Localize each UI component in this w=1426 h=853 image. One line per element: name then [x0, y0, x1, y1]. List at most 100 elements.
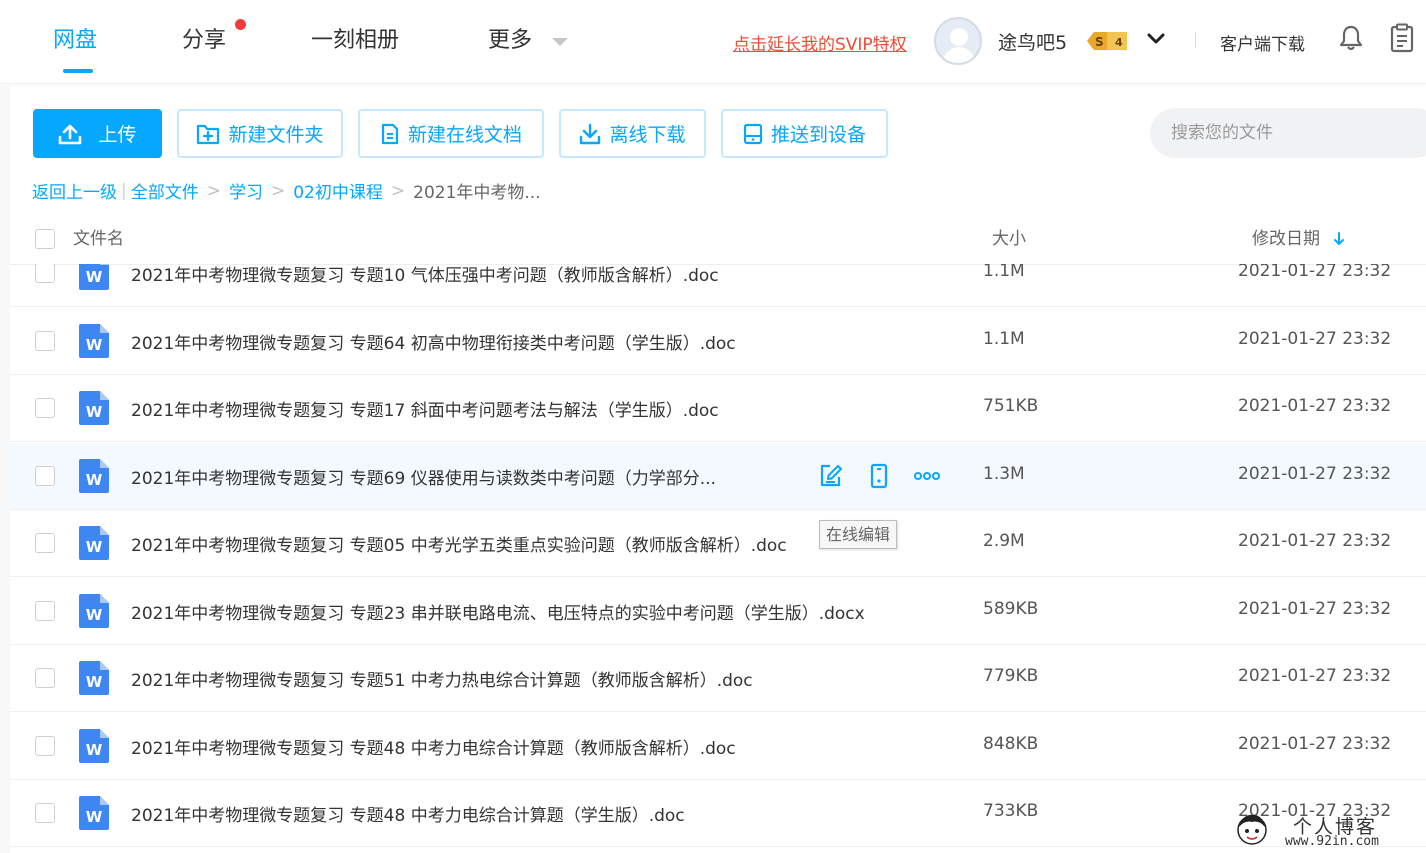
file-row[interactable]: W 2021年中考物理微专题复习 专题23 串并联电路电流、电压特点的实验中考问… — [10, 578, 1426, 645]
bell-icon[interactable] — [1338, 24, 1364, 52]
file-name[interactable]: 2021年中考物理微专题复习 专题48 中考力电综合计算题（教师版含解析）.do… — [131, 734, 736, 759]
svg-text:W: W — [86, 336, 103, 354]
file-name[interactable]: 2021年中考物理微专题复习 专题69 仪器使用与读数类中考问题（力学部分... — [131, 464, 716, 489]
breadcrumb-current: 2021年中考物... — [413, 183, 541, 203]
file-name[interactable]: 2021年中考物理微专题复习 专题05 中考光学五类重点实验问题（教师版含解析）… — [131, 531, 787, 556]
file-name[interactable]: 2021年中考物理微专题复习 专题10 气体压强中考问题（教师版含解析）.doc — [131, 264, 719, 286]
active-tab-indicator — [63, 69, 93, 73]
word-doc-icon: W — [79, 728, 109, 763]
username[interactable]: 途鸟吧5 — [998, 28, 1067, 55]
tab-more[interactable]: 更多 — [488, 26, 532, 56]
file-row[interactable]: W 2021年中考物理微专题复习 专题05 中考光学五类重点实验问题（教师版含解… — [10, 510, 1426, 577]
column-header-date[interactable]: 修改日期 — [1252, 224, 1345, 249]
tab-share[interactable]: 分享 — [182, 26, 226, 56]
chevron-down-icon[interactable] — [1146, 31, 1166, 47]
breadcrumb-back-link[interactable]: 返回上一级 — [32, 178, 117, 203]
row-checkbox[interactable] — [35, 600, 55, 621]
file-size: 733KB — [983, 801, 1039, 821]
avatar[interactable] — [934, 17, 982, 65]
device-icon — [743, 123, 763, 144]
breadcrumb-item-all-files[interactable]: 全部文件 — [131, 178, 199, 203]
new-online-doc-button[interactable]: 新建在线文档 — [358, 109, 544, 158]
file-size: 1.1M — [983, 328, 1025, 349]
offline-download-button[interactable]: 离线下载 — [559, 109, 706, 158]
file-row[interactable]: W 2021年中考物理微专题复习 专题48 中考力电综合计算题（教师版含解析）.… — [10, 713, 1426, 780]
svg-text:W: W — [86, 538, 103, 556]
word-doc-icon: W — [79, 796, 109, 830]
word-doc-icon: W — [79, 264, 109, 290]
word-doc-icon: W — [79, 526, 109, 560]
row-checkbox[interactable] — [35, 465, 55, 486]
file-name[interactable]: 2021年中考物理微专题复习 专题51 中考力热电综合计算题（教师版含解析）.d… — [131, 666, 753, 691]
file-date: 2021-01-27 23:32 — [1238, 598, 1392, 619]
svg-text:W: W — [86, 606, 103, 624]
select-all-checkbox[interactable] — [35, 229, 55, 249]
word-doc-icon: W — [79, 593, 109, 628]
word-doc-icon: W — [79, 391, 109, 425]
file-row[interactable]: W 2021年中考物理微专题复习 专题64 初高中物理衔接类中考问题（学生版）.… — [10, 308, 1426, 375]
clipboard-icon[interactable] — [1390, 23, 1414, 53]
file-row[interactable]: W 2021年中考物理微专题复习 专题48 中考力电综合计算题（学生版）.doc… — [10, 780, 1426, 847]
push-to-device-label: 推送到设备 — [770, 124, 866, 146]
folder-plus-icon — [197, 124, 220, 144]
watermark: 个人博客 www.92in.com — [1233, 810, 1426, 853]
file-size: 751KB — [983, 396, 1039, 416]
document-icon — [381, 123, 399, 144]
breadcrumb-item-study[interactable]: 学习 — [229, 178, 263, 203]
svg-text:S: S — [1095, 35, 1104, 49]
file-size: 1.3M — [983, 463, 1025, 484]
upload-button[interactable]: 上传 — [33, 109, 162, 158]
file-name[interactable]: 2021年中考物理微专题复习 专题64 初高中物理衔接类中考问题（学生版）.do… — [131, 329, 736, 354]
row-checkbox[interactable] — [35, 398, 55, 418]
file-row[interactable]: W 2021年中考物理微专题复习 专题51 中考力热电综合计算题（教师版含解析）… — [10, 645, 1426, 712]
file-date: 2021-01-27 23:32 — [1238, 463, 1392, 484]
file-row[interactable]: W 2021年中考物理微专题复习 专题69 仪器使用与读数类中考问题（力学部分.… — [10, 442, 1426, 510]
new-folder-button[interactable]: 新建文件夹 — [177, 109, 343, 158]
tab-netdisk[interactable]: 网盘 — [53, 26, 97, 56]
breadcrumb-separator: > — [390, 180, 406, 201]
file-row[interactable]: W 2021年中考物理微专题复习 专题17 斜面中考问题考法与解法（学生版）.d… — [10, 375, 1426, 442]
tab-album[interactable]: 一刻相册 — [311, 26, 399, 56]
svg-text:4: 4 — [1115, 36, 1123, 49]
file-list: W 2021年中考物理微专题复习 专题10 气体压强中考问题（教师版含解析）.d… — [10, 264, 1426, 853]
file-row[interactable]: W 2021年中考物理微专题复习 专题10 气体压强中考问题（教师版含解析）.d… — [10, 264, 1426, 307]
push-to-device-button[interactable]: 推送到设备 — [721, 109, 888, 158]
file-date: 2021-01-27 23:32 — [1238, 531, 1392, 551]
row-checkbox[interactable] — [35, 668, 55, 688]
upload-label: 上传 — [98, 124, 137, 146]
svg-text:W: W — [86, 808, 103, 826]
word-doc-icon: W — [79, 323, 109, 358]
row-checkbox[interactable] — [35, 330, 55, 351]
file-date: 2021-01-27 23:32 — [1238, 666, 1392, 686]
sort-desc-icon[interactable] — [1333, 232, 1345, 246]
caret-down-icon[interactable] — [552, 38, 568, 46]
file-date: 2021-01-27 23:32 — [1238, 733, 1392, 754]
edit-online-icon[interactable] — [815, 460, 847, 492]
column-header-name[interactable]: 文件名 — [73, 224, 124, 249]
upload-icon — [59, 124, 82, 144]
file-size: 1.1M — [983, 264, 1025, 281]
file-name[interactable]: 2021年中考物理微专题复习 专题48 中考力电综合计算题（学生版）.doc — [131, 801, 685, 826]
client-download-link[interactable]: 客户端下载 — [1220, 30, 1305, 55]
column-header-date-label: 修改日期 — [1252, 229, 1320, 249]
phone-icon[interactable] — [863, 460, 895, 492]
notification-dot — [235, 19, 246, 30]
more-icon[interactable] — [911, 460, 943, 492]
svg-text:W: W — [86, 741, 103, 759]
column-header-size[interactable]: 大小 — [992, 224, 1026, 249]
new-online-doc-label: 新建在线文档 — [407, 124, 522, 146]
row-checkbox[interactable] — [35, 735, 55, 756]
file-name[interactable]: 2021年中考物理微专题复习 专题17 斜面中考问题考法与解法（学生版）.doc — [131, 396, 719, 421]
file-date: 2021-01-27 23:32 — [1238, 264, 1392, 281]
word-doc-icon: W — [79, 458, 109, 493]
svg-text:W: W — [86, 268, 103, 286]
svg-text:W: W — [86, 403, 103, 421]
row-checkbox[interactable] — [35, 264, 55, 283]
search-input[interactable] — [1150, 108, 1426, 158]
row-checkbox[interactable] — [35, 803, 55, 823]
breadcrumb-item-middle-school[interactable]: 02初中课程 — [293, 178, 383, 203]
svip-renew-link[interactable]: 点击延长我的SVIP特权 — [733, 30, 907, 55]
breadcrumb-divider: | — [121, 180, 127, 201]
file-name[interactable]: 2021年中考物理微专题复习 专题23 串并联电路电流、电压特点的实验中考问题（… — [131, 599, 865, 624]
row-checkbox[interactable] — [35, 533, 55, 553]
